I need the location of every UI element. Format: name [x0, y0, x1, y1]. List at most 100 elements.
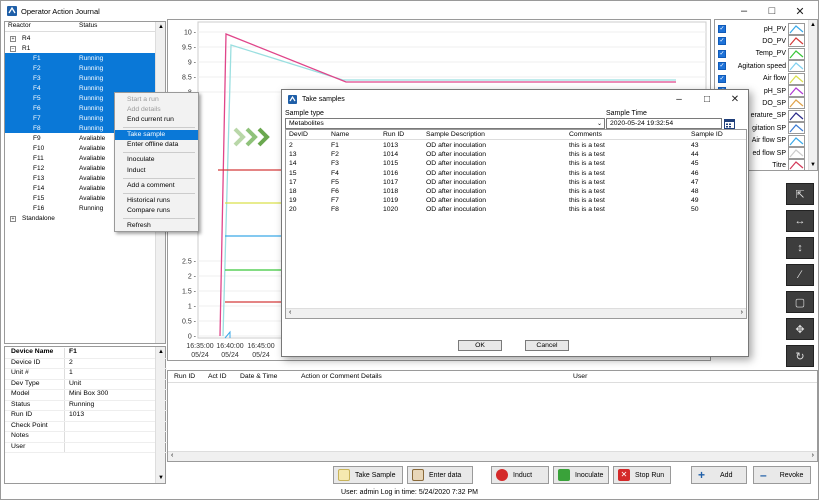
sample-cell: this is a test	[569, 206, 605, 214]
expand-icon[interactable]: +	[10, 35, 16, 42]
cancel-button[interactable]: Cancel	[525, 340, 569, 351]
scroll-right-icon[interactable]: ›	[741, 309, 743, 316]
samples-grid-header: DevID Name Run ID Sample Description Com…	[286, 130, 746, 140]
tree-group-label: Standalone	[22, 214, 55, 222]
fit-horizontal-icon[interactable]: ↔	[786, 210, 814, 232]
menu-compare-runs[interactable]: Compare runs	[115, 206, 198, 216]
data-entry-icon	[412, 469, 424, 481]
tree-item-f3[interactable]: F3 Running	[5, 73, 157, 83]
menu-end-current-run[interactable]: End current run	[115, 115, 198, 125]
tree-item-f1[interactable]: F1 Running	[5, 53, 157, 63]
menu-refresh[interactable]: Refresh	[115, 221, 198, 231]
fit-all-icon[interactable]: ⇱	[786, 183, 814, 205]
menu-take-sample[interactable]: Take sample	[115, 130, 198, 140]
property-key: Dev Type	[5, 379, 65, 389]
enter-data-button[interactable]: Enter data	[407, 466, 473, 484]
tree-item-status: Avaliable	[79, 194, 106, 202]
property-key: Model	[5, 390, 65, 400]
dialog-maximize-button[interactable]: □	[694, 91, 720, 107]
revoke-button[interactable]: – Revoke	[753, 466, 811, 484]
menu-start-run[interactable]: Start a run	[115, 95, 198, 105]
refresh-icon[interactable]: ↻	[786, 345, 814, 367]
sample-cell: F5	[331, 178, 339, 186]
add-button[interactable]: + Add	[691, 466, 747, 484]
minimize-button[interactable]: –	[731, 3, 757, 19]
pan-move-icon[interactable]: ✥	[786, 318, 814, 340]
x-tick-date: 05/24	[191, 352, 209, 359]
scroll-up-icon[interactable]: ▲	[158, 349, 164, 355]
y-tick-label: 8.5 -	[182, 75, 197, 82]
y-tick-label: 9.5 -	[182, 45, 197, 52]
tree-item-name: F11	[33, 154, 44, 162]
collapse-icon[interactable]: −	[10, 45, 16, 52]
scroll-down-icon[interactable]: ▼	[810, 162, 816, 168]
checkbox-checked-icon[interactable]: ✓	[718, 25, 726, 33]
scroll-left-icon[interactable]: ‹	[171, 452, 173, 459]
tree-item-name: F2	[33, 64, 41, 72]
log-header-actid: Act ID	[208, 373, 227, 380]
tree-item-status: Running	[79, 104, 104, 112]
sample-type-select[interactable]: Metabolites ⌄	[285, 118, 605, 129]
close-button[interactable]: ✕	[787, 3, 813, 19]
sample-row[interactable]: 13 F2 1014 OD after inoculation this is a te…	[286, 150, 746, 159]
y-tick-label: 2 -	[188, 274, 197, 281]
add-label: Add	[720, 471, 733, 479]
checkbox-checked-icon[interactable]: ✓	[718, 49, 726, 58]
props-scrollbar[interactable]: ▲ ▼	[155, 347, 165, 483]
fit-vertical-icon[interactable]: ↕	[786, 237, 814, 259]
tree-item-f2[interactable]: F2 Running	[5, 63, 157, 73]
menu-add-details[interactable]: Add details	[115, 105, 198, 115]
scroll-right-icon[interactable]: ›	[812, 452, 814, 459]
expand-icon[interactable]: +	[10, 215, 16, 222]
chevron-down-icon[interactable]: ⌄	[597, 119, 602, 129]
take-sample-button[interactable]: Take Sample	[333, 466, 403, 484]
scroll-up-icon[interactable]: ▲	[158, 24, 164, 30]
tree-item-name: F3	[33, 74, 41, 82]
sample-row[interactable]: 18 F6 1018 OD after inoculation this is a te…	[286, 187, 746, 196]
sample-cell: this is a test	[569, 178, 605, 186]
menu-induct[interactable]: Induct	[115, 166, 198, 176]
property-key: Unit #	[5, 369, 65, 379]
dialog-close-button[interactable]: ✕	[722, 91, 748, 107]
sample-time-input[interactable]: 2020-05-24 19:32:54	[606, 118, 722, 129]
chart-line-icon[interactable]: ∕	[786, 264, 814, 286]
sample-row[interactable]: 2 F1 1013 OD after inoculation this is a tes…	[286, 141, 746, 150]
sample-cell: F2	[331, 151, 339, 159]
induct-button[interactable]: Induct	[491, 466, 549, 484]
checkbox-checked-icon[interactable]: ✓	[718, 62, 726, 71]
scroll-down-icon[interactable]: ▼	[158, 475, 164, 481]
sample-cell: this is a test	[569, 188, 605, 195]
log-hscrollbar[interactable]: ‹ ›	[168, 451, 817, 461]
sample-row[interactable]: 17 F5 1017 OD after inoculation this is a te…	[286, 178, 746, 187]
y-tick-label: 9 -	[188, 60, 197, 67]
induct-icon	[496, 469, 508, 481]
legend-scrollbar[interactable]: ▲ ▼	[808, 20, 817, 170]
scroll-left-icon[interactable]: ‹	[289, 309, 291, 316]
sample-row[interactable]: 15 F4 1016 OD after inoculation this is a te…	[286, 169, 746, 178]
calendar-icon[interactable]	[724, 118, 735, 129]
menu-add-comment[interactable]: Add a comment	[115, 181, 198, 191]
dialog-minimize-button[interactable]: –	[666, 91, 692, 107]
maximize-button[interactable]: □	[759, 3, 785, 19]
scroll-up-icon[interactable]: ▲	[810, 22, 816, 28]
zoom-window-icon[interactable]: ▢	[786, 291, 814, 313]
ok-button[interactable]: OK	[458, 340, 502, 351]
menu-inoculate[interactable]: Inoculate	[115, 155, 198, 165]
checkbox-checked-icon[interactable]: ✓	[718, 37, 726, 46]
tree-header: Reactor Status	[5, 22, 155, 32]
sample-row[interactable]: 20 F8 1020 OD after inoculation this is a te…	[286, 205, 746, 214]
tree-group-r4[interactable]: + R4	[5, 33, 157, 43]
tree-item-name: F5	[33, 94, 41, 102]
property-key: Run ID	[5, 411, 65, 421]
sample-row[interactable]: 14 F3 1015 OD after inoculation this is a te…	[286, 159, 746, 168]
tree-item-status: Running	[79, 114, 104, 122]
sample-row[interactable]: 19 F7 1019 OD after inoculation this is a te…	[286, 196, 746, 205]
stop-run-button[interactable]: ✕ Stop Run	[613, 466, 671, 484]
grid-hscrollbar[interactable]: ‹ ›	[286, 308, 746, 318]
tree-group-r1[interactable]: − R1	[5, 43, 157, 53]
menu-historical-runs[interactable]: Historical runs	[115, 196, 198, 206]
property-row: User	[5, 442, 167, 453]
menu-enter-offline-data[interactable]: Enter offline data	[115, 140, 198, 150]
inoculate-button[interactable]: Inoculate	[553, 466, 609, 484]
checkbox-checked-icon[interactable]: ✓	[718, 74, 726, 83]
